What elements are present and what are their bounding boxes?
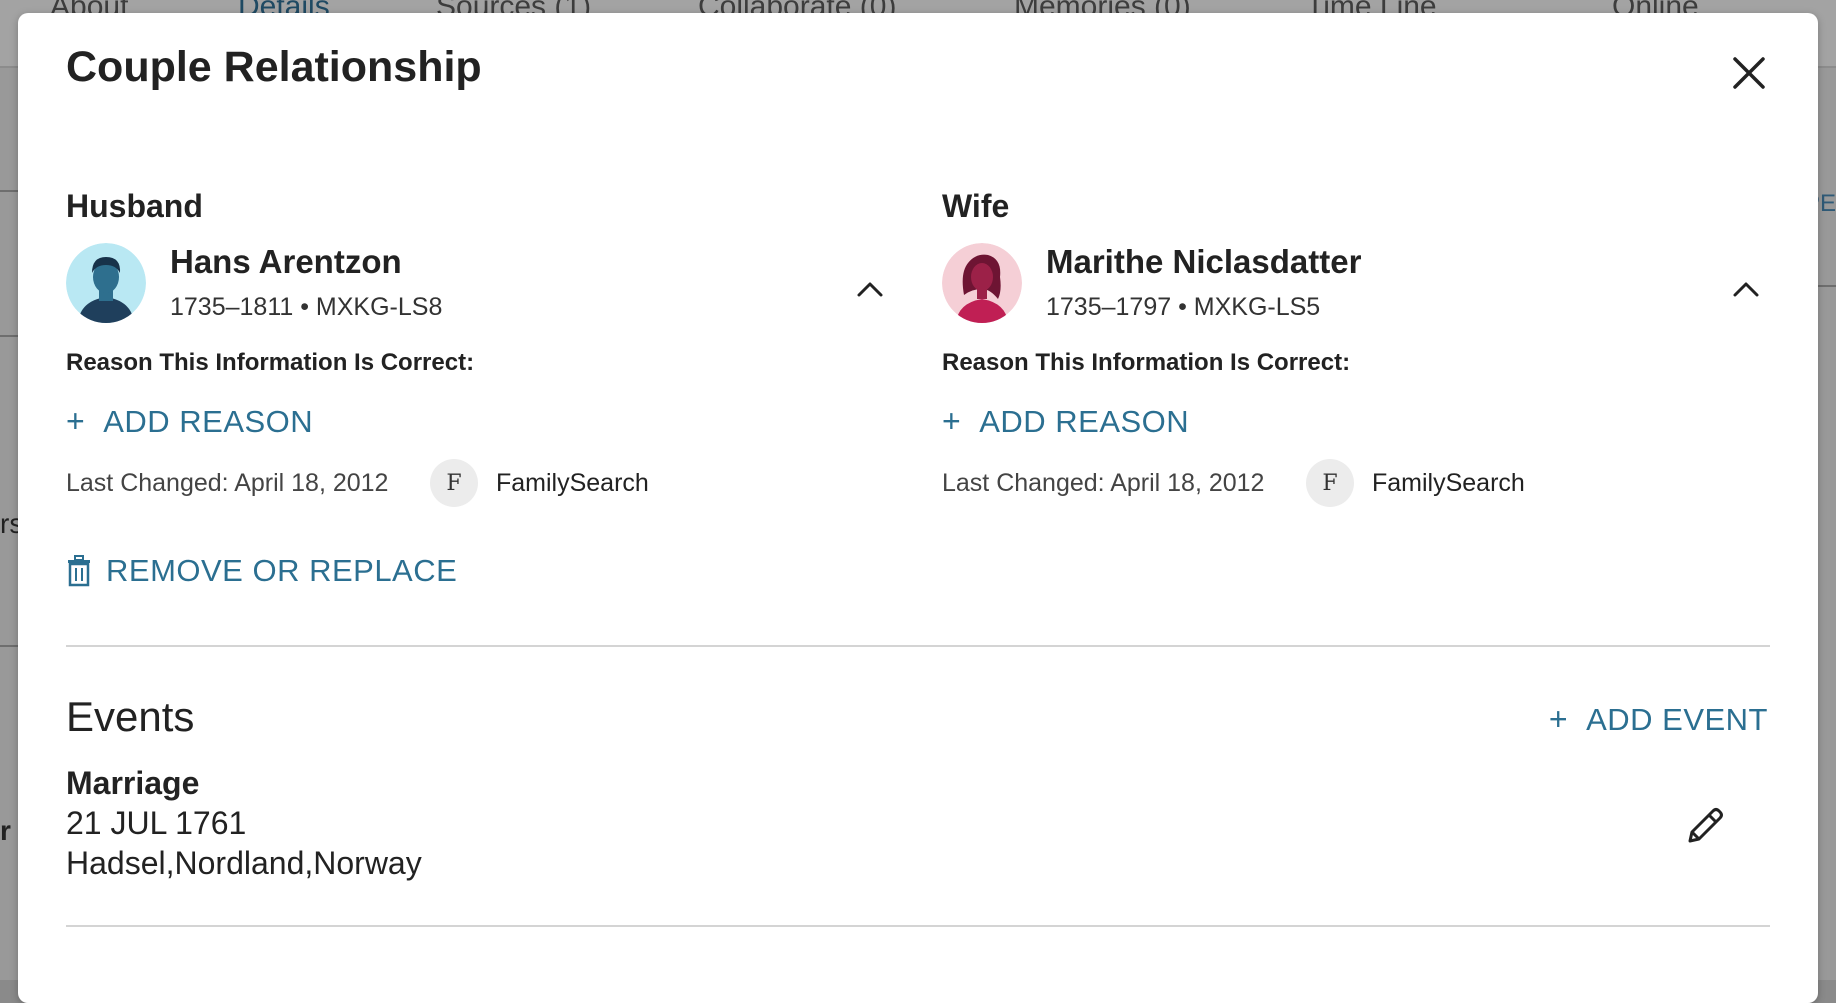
wife-avatar[interactable]	[942, 243, 1022, 323]
plus-icon: +	[1548, 701, 1569, 737]
background-text-fragment: r	[0, 815, 11, 846]
husband-lifespan-id: 1735–1811 • MXKG-LS8	[170, 293, 443, 321]
husband-role-label: Husband	[66, 188, 203, 224]
chevron-up-icon	[857, 282, 883, 297]
pencil-icon	[1688, 808, 1723, 843]
remove-or-replace-label: REMOVE OR REPLACE	[106, 553, 458, 588]
section-divider	[66, 925, 1770, 927]
add-event-label: ADD EVENT	[1586, 701, 1768, 737]
husband-reason-label: Reason This Information Is Correct:	[66, 349, 475, 376]
wife-collapse-button[interactable]	[1730, 273, 1762, 305]
male-avatar-icon	[66, 243, 146, 323]
wife-contributor-name[interactable]: FamilySearch	[1372, 469, 1525, 498]
background-divider	[0, 190, 18, 192]
husband-add-reason-button[interactable]: + ADD REASON	[66, 403, 313, 440]
events-heading: Events	[66, 693, 195, 740]
husband-name[interactable]: Hans Arentzon	[170, 243, 402, 281]
chevron-up-icon	[1733, 282, 1759, 297]
plus-icon: +	[66, 403, 86, 439]
close-button[interactable]	[1727, 51, 1771, 95]
event-date: 21 JUL 1761	[66, 805, 247, 841]
event-place: Hadsel,Nordland,Norway	[66, 845, 422, 881]
add-reason-label: ADD REASON	[103, 403, 314, 439]
husband-collapse-button[interactable]	[854, 273, 886, 305]
plus-icon: +	[942, 403, 962, 439]
contributor-badge-icon: F	[1306, 459, 1354, 507]
add-event-button[interactable]: + ADD EVENT	[1549, 701, 1768, 738]
husband-last-changed: Last Changed: April 18, 2012	[66, 469, 389, 497]
edit-event-button[interactable]	[1682, 803, 1728, 849]
background-divider	[0, 335, 18, 337]
wife-lifespan-id: 1735–1797 • MXKG-LS5	[1046, 293, 1321, 321]
contributor-badge-icon: F	[430, 459, 478, 507]
wife-name[interactable]: Marithe Niclasdatter	[1046, 243, 1361, 281]
background-divider	[0, 645, 18, 647]
trash-icon	[68, 555, 90, 587]
wife-role-label: Wife	[942, 188, 1010, 224]
husband-contributor-name[interactable]: FamilySearch	[496, 469, 649, 498]
add-reason-label: ADD REASON	[979, 403, 1190, 439]
wife-reason-label: Reason This Information Is Correct:	[942, 349, 1351, 376]
background-divider	[1818, 285, 1836, 287]
female-avatar-icon	[942, 243, 1022, 323]
husband-avatar[interactable]	[66, 243, 146, 323]
close-icon	[1733, 57, 1765, 89]
event-type: Marriage	[66, 765, 200, 801]
wife-last-changed: Last Changed: April 18, 2012	[942, 469, 1265, 497]
section-divider	[66, 645, 1770, 647]
couple-relationship-modal: Couple Relationship Husband Hans Arentzo…	[18, 13, 1818, 1003]
wife-add-reason-button[interactable]: + ADD REASON	[942, 403, 1189, 440]
modal-title: Couple Relationship	[66, 43, 482, 91]
remove-or-replace-button[interactable]: REMOVE OR REPLACE	[66, 553, 457, 589]
